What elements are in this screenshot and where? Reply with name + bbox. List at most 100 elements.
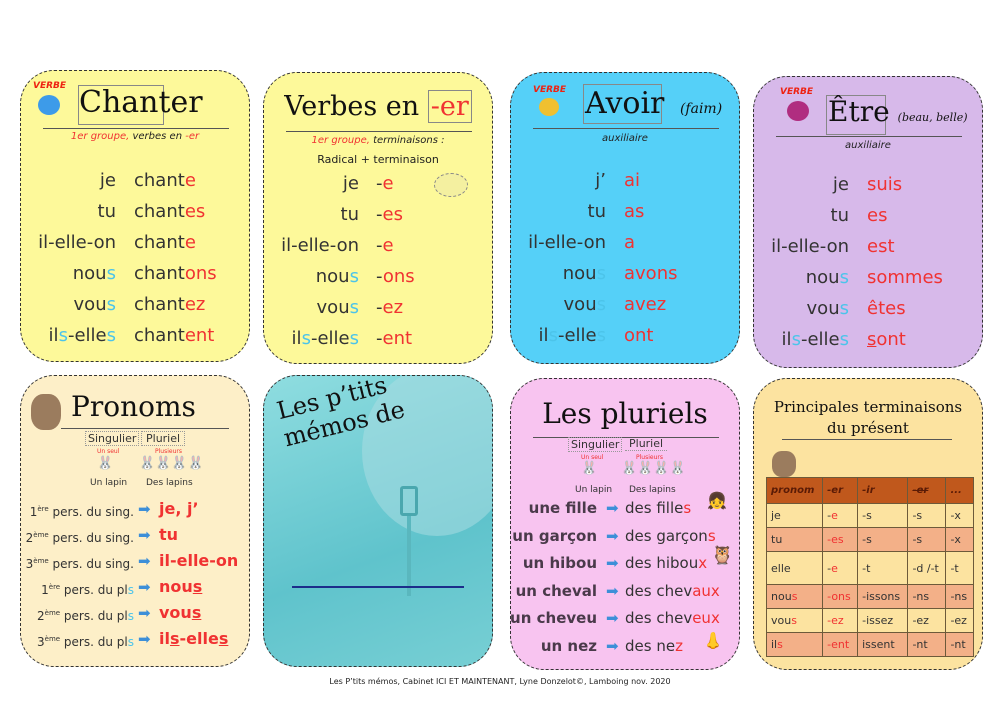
text-segment: s [791,614,797,627]
rabbit-icon: 🐰 [97,456,114,471]
text-segment: je, j’ [159,499,199,518]
conjugation-row: tu -es [264,201,492,229]
table-cell: -ez [945,608,974,633]
text-segment: chant [134,325,185,346]
text-segment: s [349,328,359,349]
verb-form: a [624,229,635,257]
text-segment: s [218,629,229,648]
pronoun: il-elle-on [528,229,606,257]
table-cell: -d /-t [907,551,947,585]
conjugation-row: ils-elles -ent [264,325,492,353]
conjugation-row: vous êtes [754,295,982,323]
card-subtitle: 1er groupe, verbes en -er [70,131,200,142]
verb-form: -ez [376,294,403,322]
text-segment: s [683,499,692,517]
arrow-icon: ➡ [138,500,151,518]
table-cell: -nt [945,632,974,657]
table-cell: -ez [907,608,947,633]
arrow-icon: ➡ [606,636,619,655]
pronoun: il-elle-on [38,229,116,257]
arrow-icon: ➡ [138,578,151,596]
table-cell: nous [765,584,824,609]
rabbit-icon: 🐰 [581,461,598,476]
text-segment: s [839,329,849,350]
text-segment: chant [134,201,185,222]
text-segment: s [349,297,359,318]
conjugation-row: il-elle-on est [754,233,982,261]
text-segment: des chev [625,581,693,600]
plural-form: des cheveux [625,604,720,632]
text-segment: des chev [625,609,693,627]
conjugation-row: je chante [21,167,249,195]
verb-form: suis [867,171,902,199]
pronoun: je [343,170,359,198]
text-segment: il [291,328,302,349]
text-segment: -ns [950,590,968,603]
singular-form: un nez [540,636,597,655]
pronoun: je [833,171,849,199]
verb-form: -e [376,232,394,260]
table-cell: -s [907,527,947,552]
table-cell: -ent [822,632,859,657]
text-segment: il [48,325,59,346]
blue-monster-icon [38,95,60,115]
table-row: vous -ez -issez -ez -ez [765,608,974,633]
one-caption: Un lapin [90,478,128,488]
pronoun: nous [563,260,606,288]
plural-label: Pluriel [141,431,186,446]
brown-monster-icon [31,394,61,430]
pronoun: ils-elles [782,326,849,354]
text-segment: - [376,266,383,287]
text-segment: s [596,294,606,315]
verb-form: -e [376,170,394,198]
text-segment: s [707,526,716,545]
text-segment: -elle [800,329,840,350]
pronoun-row: 3ème pers. du sing. ➡ il-elle-on [21,547,249,575]
text-segment: nou [562,263,597,284]
arrow-icon: ➡ [606,609,619,627]
card-terminaisons: Principales terminaisons du présent prono… [753,378,983,670]
text-segment: il-elle-on [159,551,239,570]
pronoun: tu [831,202,849,230]
pronoun-row: 1ère pers. du pls ➡ nous [21,573,249,601]
text-segment: e [831,561,838,575]
lamp-post [407,516,411,596]
verb-form: -ent [376,325,412,353]
footer-credit: Les P’tits mémos, Cabinet ICI ET MAINTEN… [329,677,671,686]
card-pronoms: Pronoms Singulier Pluriel Un seul Plusie… [20,375,250,667]
table-cell: -e [822,503,859,528]
text-segment: chant [134,232,185,253]
text-segment: s [791,329,801,350]
conjugation-row: vous avez [511,291,739,319]
card-memos-cover: Les p’tits mémos de [263,375,493,667]
text-segment: -elle [179,629,219,648]
pronoun-value: nous [159,573,202,601]
table-cell: -issez [857,608,909,633]
lamp-icon [400,486,418,516]
text-segment: -issez [862,614,894,627]
text-segment: chant [134,263,185,284]
verb-form: chantent [134,322,214,350]
pronoun: nous [806,264,849,292]
text-segment: ent [382,328,413,349]
text-segment: s [867,329,877,350]
singular-form: un garçon [512,526,597,545]
pronoun: nous [73,260,116,288]
table-cell: -es [822,527,859,552]
text-segment: s [192,577,203,596]
text-segment: -s [912,533,923,546]
text-segment: -elle [557,325,597,346]
text-segment: vou [159,603,192,622]
verb-form: avez [624,291,666,319]
text-segment: aux [692,581,720,600]
brown-monster-icon [772,451,796,477]
text-segment: chant [134,294,185,315]
table-header: -er [907,477,947,504]
text-segment: il-elle-on [771,236,849,257]
text-segment: -ez [912,614,929,627]
arrow-icon: ➡ [606,554,619,572]
table-header: ... [945,477,974,504]
table-header: -er [822,477,859,504]
conjugation-row: nous sommes [754,264,982,292]
table-cell: -e [822,551,859,585]
